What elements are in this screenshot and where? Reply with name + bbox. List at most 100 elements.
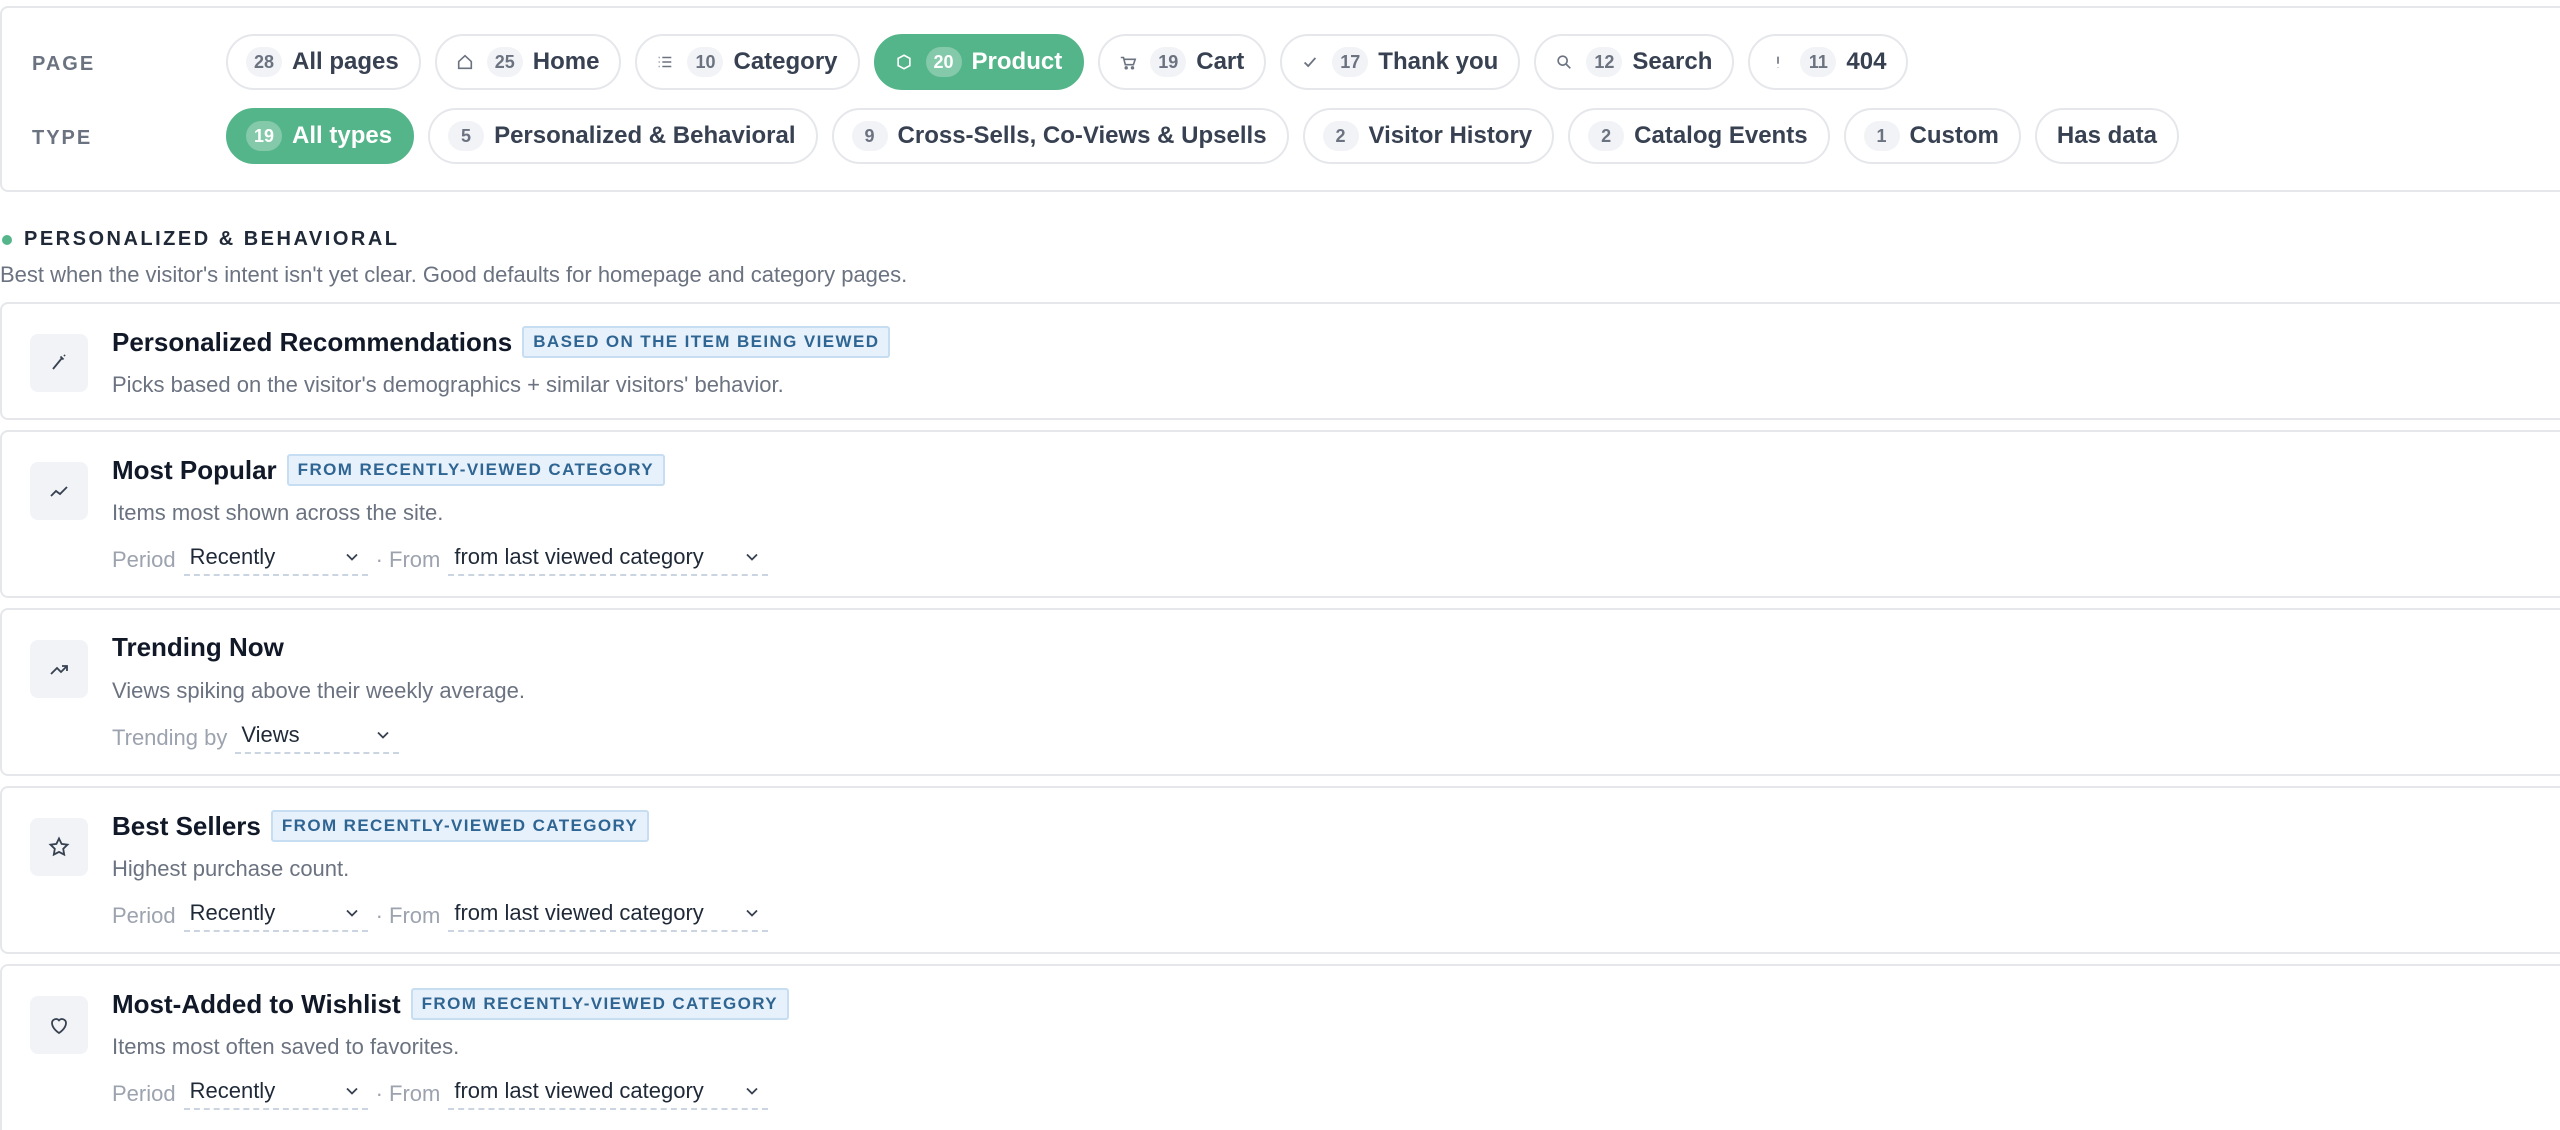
chevron-down-icon <box>746 1087 758 1095</box>
card-description: Picks based on the visitor's demographic… <box>112 372 784 397</box>
from-select[interactable]: from last viewed category <box>448 1078 769 1110</box>
from-select[interactable]: from last viewed category <box>448 900 769 932</box>
chip-label: Thank you <box>1378 48 1499 75</box>
card-title: Most-Added to Wishlist <box>112 988 401 1019</box>
chip-count: 19 <box>246 121 283 151</box>
chip-search[interactable]: 12 Search <box>1534 34 1735 90</box>
chip-personalized-behavioral[interactable]: 5 Personalized & Behavioral <box>428 108 818 164</box>
card-badge: FROM RECENTLY-VIEWED CATEGORY <box>410 988 790 1020</box>
chip-product[interactable]: 20 Product <box>873 34 1085 90</box>
chip-visitor-history[interactable]: 2 Visitor History <box>1302 108 1555 164</box>
card-best-sellers[interactable]: Best Sellers FROM RECENTLY-VIEWED CATEGO… <box>0 786 2560 954</box>
card-controls: Trending by Views <box>112 722 400 754</box>
period-select[interactable]: Recently <box>183 1078 368 1110</box>
chevron-down-icon <box>345 553 358 561</box>
card-title-row: Most-Added to Wishlist FROM RECENTLY-VIE… <box>112 988 790 1020</box>
card-badge: BASED ON THE ITEM BEING VIEWED <box>522 326 891 358</box>
card-controls: Period Recently · From from last viewed … <box>112 1078 769 1110</box>
page-filter-label: PAGE <box>32 52 96 75</box>
chip-home[interactable]: 25 Home <box>434 34 622 90</box>
from-value: from last viewed category <box>454 1078 704 1103</box>
card-title-row: Most Popular FROM RECENTLY-VIEWED CATEGO… <box>112 454 666 486</box>
chip-count: 19 <box>1150 47 1187 77</box>
trending-by-select[interactable]: Views <box>235 722 400 754</box>
card-title-row: Trending Now <box>112 632 284 663</box>
chip-label: Personalized & Behavioral <box>494 122 796 149</box>
chip-category[interactable]: 10 Category <box>635 34 860 90</box>
chip-all-pages[interactable]: 28 All pages <box>226 34 421 90</box>
card-description: Items most shown across the site. <box>112 500 444 525</box>
chip-cart[interactable]: 19 Cart <box>1098 34 1267 90</box>
card-trending-now[interactable]: Trending Now Views spiking above their w… <box>0 608 2560 776</box>
card-most-added-to-wishlist[interactable]: Most-Added to Wishlist FROM RECENTLY-VIE… <box>0 964 2560 1130</box>
alert-icon <box>1768 52 1788 72</box>
from-value: from last viewed category <box>454 900 704 925</box>
chip-count: 12 <box>1586 47 1623 77</box>
star-icon <box>30 818 88 876</box>
list-icon <box>655 52 675 72</box>
card-badge: FROM RECENTLY-VIEWED CATEGORY <box>286 454 666 486</box>
card-title-row: Personalized Recommendations BASED ON TH… <box>112 326 891 358</box>
chip-label: Cross-Sells, Co-Views & Upsells <box>897 122 1267 149</box>
chip-custom[interactable]: 1 Custom <box>1843 108 2021 164</box>
chip-count: 20 <box>925 47 962 77</box>
section-description: Best when the visitor's intent isn't yet… <box>0 262 908 287</box>
chip-label: Cart <box>1196 48 1245 75</box>
chip-count: 25 <box>486 47 523 77</box>
wand-icon <box>30 334 88 392</box>
card-title: Most Popular <box>112 454 277 485</box>
period-select[interactable]: Recently <box>183 900 368 932</box>
chip-catalog-events[interactable]: 2 Catalog Events <box>1568 108 1830 164</box>
chip-cross-sells[interactable]: 9 Cross-Sells, Co-Views & Upsells <box>831 108 1289 164</box>
chip-label: Catalog Events <box>1634 122 1808 149</box>
chip-count: 2 <box>1322 121 1359 151</box>
chevron-down-icon <box>345 1087 358 1095</box>
period-select[interactable]: Recently <box>183 544 368 576</box>
chip-count: 11 <box>1800 47 1837 77</box>
card-description: Views spiking above their weekly average… <box>112 678 525 703</box>
card-personalized-recommendations[interactable]: Personalized Recommendations BASED ON TH… <box>0 302 2560 420</box>
period-label: Period <box>112 1081 176 1106</box>
from-label: · From <box>375 1081 441 1106</box>
card-most-popular[interactable]: Most Popular FROM RECENTLY-VIEWED CATEGO… <box>0 430 2560 598</box>
chip-label: Visitor History <box>1368 122 1533 149</box>
trending-by-label: Trending by <box>112 725 228 750</box>
chip-count: 2 <box>1588 121 1625 151</box>
chip-label: Category <box>733 48 838 75</box>
type-chips: 19 All types 5 Personalized & Behavioral… <box>226 108 2179 164</box>
period-value: Recently <box>189 544 276 569</box>
chip-label: Home <box>532 48 600 75</box>
chip-thank-you[interactable]: 17 Thank you <box>1280 34 1521 90</box>
card-title: Best Sellers <box>112 810 261 841</box>
chip-count: 10 <box>687 47 724 77</box>
section-title: PERSONALIZED & BEHAVIORAL <box>24 228 400 250</box>
chip-has-data[interactable]: Has data <box>2034 108 2179 164</box>
card-controls: Period Recently · From from last viewed … <box>112 544 769 576</box>
chip-label: 404 <box>1846 48 1887 75</box>
check-icon <box>1300 52 1320 72</box>
from-value: from last viewed category <box>454 544 704 569</box>
chevron-down-icon <box>345 909 358 917</box>
chip-label: Product <box>971 48 1063 75</box>
chip-label: All pages <box>292 48 399 75</box>
period-value: Recently <box>189 900 276 925</box>
chip-count: 9 <box>851 121 888 151</box>
heart-icon <box>30 996 88 1054</box>
card-description: Highest purchase count. <box>112 856 350 881</box>
chip-label: Search <box>1632 48 1713 75</box>
chip-label: Has data <box>2056 122 2157 149</box>
card-title: Personalized Recommendations <box>112 326 513 357</box>
period-label: Period <box>112 547 176 572</box>
card-description: Items most often saved to favorites. <box>112 1034 460 1059</box>
chip-count: 1 <box>1863 121 1900 151</box>
chip-all-types[interactable]: 19 All types <box>226 108 415 164</box>
period-label: Period <box>112 903 176 928</box>
chevron-down-icon <box>377 731 390 739</box>
from-select[interactable]: from last viewed category <box>448 544 769 576</box>
chip-404[interactable]: 11 404 <box>1748 34 1909 90</box>
section-header: PERSONALIZED & BEHAVIORAL <box>0 228 399 251</box>
cart-icon <box>1118 52 1138 72</box>
trending-up-icon <box>30 640 88 698</box>
type-filter-label: TYPE <box>32 126 93 149</box>
chip-count: 28 <box>246 47 283 77</box>
